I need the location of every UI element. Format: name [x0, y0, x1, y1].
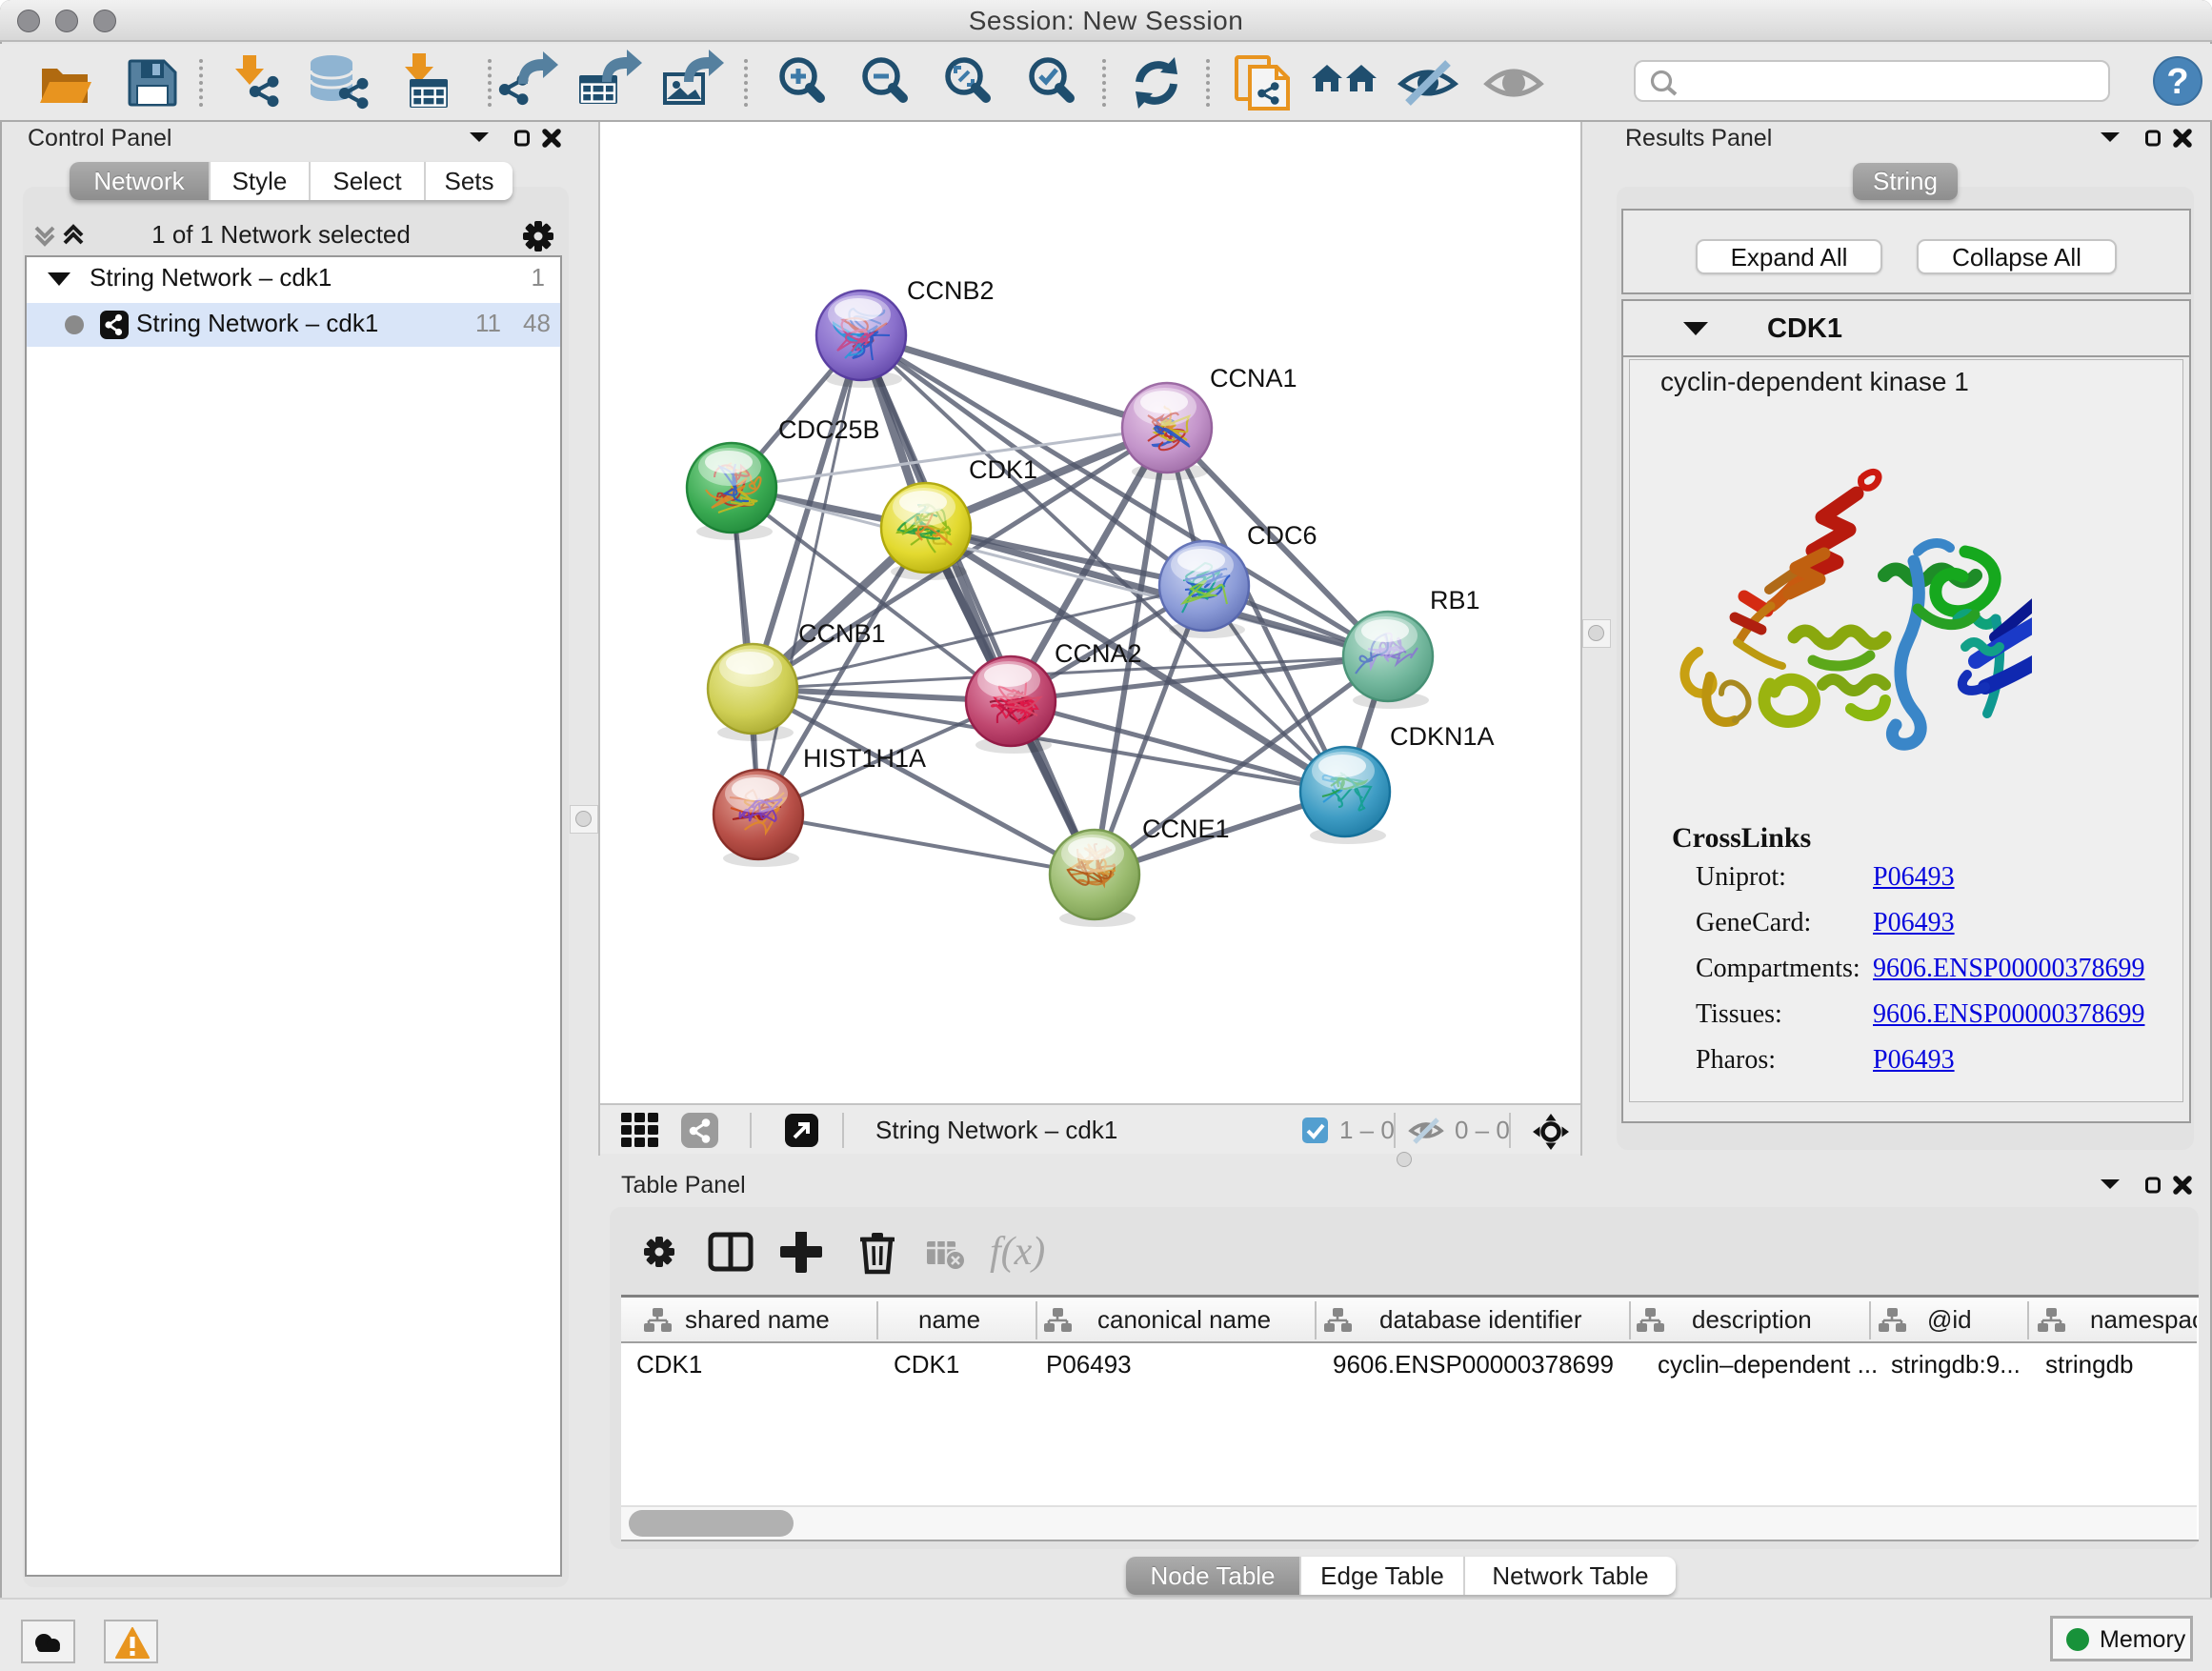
- svg-text:RB1: RB1: [1430, 586, 1480, 614]
- svg-text:HIST1H1A: HIST1H1A: [803, 744, 926, 773]
- svg-text:?: ?: [2166, 62, 2188, 102]
- svg-text:CDC6: CDC6: [1247, 521, 1317, 550]
- svg-text:CCNB1: CCNB1: [798, 619, 886, 648]
- svg-text:CDK1: CDK1: [969, 455, 1037, 484]
- svg-text:f(x): f(x): [990, 1232, 1045, 1274]
- svg-text:CDKN1A: CDKN1A: [1390, 722, 1495, 751]
- svg-text:CCNE1: CCNE1: [1142, 815, 1230, 843]
- svg-text:CCNB2: CCNB2: [907, 276, 995, 305]
- svg-text:CDC25B: CDC25B: [778, 415, 880, 444]
- svg-text:CCNA1: CCNA1: [1210, 364, 1297, 393]
- svg-text:CCNA2: CCNA2: [1055, 639, 1142, 668]
